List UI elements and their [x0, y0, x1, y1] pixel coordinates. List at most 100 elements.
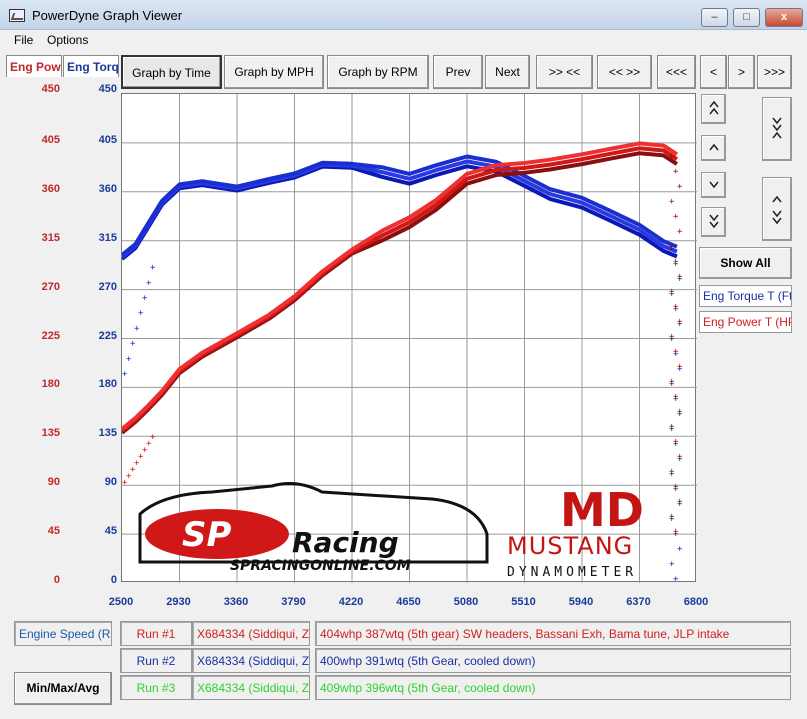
scroll-up-button[interactable] — [701, 135, 726, 161]
decel-marker: + — [669, 377, 675, 387]
run-2-id[interactable]: X684334 (Siddiqui, Za — [192, 648, 310, 673]
run-3-label[interactable]: Run #3 — [120, 675, 192, 700]
start-marker: + — [146, 278, 152, 288]
sp-logo-word: Racing — [292, 526, 399, 559]
sp-logo-url: SPRACINGONLINE.COM — [230, 558, 411, 574]
menu-bar: File Options — [0, 30, 807, 50]
md-logo-sub: DYNAMOMETER — [507, 565, 637, 580]
decel-marker: + — [669, 242, 675, 252]
dyno-chart[interactable]: SP Racing SPRACINGONLINE.COM MD MUSTANG … — [120, 93, 697, 585]
graph-by-time-button[interactable]: Graph by Time — [121, 55, 222, 89]
run-1-id[interactable]: X684334 (Siddiqui, Za — [192, 621, 310, 646]
start-marker: + — [142, 293, 148, 303]
start-marker: + — [150, 433, 156, 443]
power-tick-label: 360 — [41, 182, 60, 195]
power-tick-label: 135 — [41, 427, 60, 440]
start-marker: + — [134, 324, 140, 334]
double-chevron-down-icon — [708, 214, 719, 229]
torque-tick-label: 45 — [104, 525, 117, 538]
start-marker: + — [150, 263, 156, 273]
decel-marker: + — [669, 332, 675, 342]
power-tick-label: 450 — [41, 83, 60, 95]
rpm-tick-label: 4220 — [338, 596, 364, 608]
expand-icon — [772, 117, 782, 139]
run-2-description[interactable]: 400whp 391wtq (5th Gear, cooled down) — [315, 648, 791, 673]
scroll-first-button[interactable]: <<< — [657, 55, 696, 89]
decel-marker: + — [673, 575, 679, 583]
torque-tick-label: 360 — [98, 182, 117, 195]
decel-marker: + — [673, 257, 679, 267]
chevron-down-icon — [708, 181, 719, 189]
rpm-tick-label: 5510 — [511, 596, 536, 608]
decel-marker: + — [677, 182, 683, 192]
double-chevron-up-icon — [708, 100, 719, 115]
scroll-last-button[interactable]: >>> — [757, 55, 792, 89]
decel-marker: + — [677, 407, 683, 417]
decel-marker: + — [677, 452, 683, 462]
maximize-button[interactable]: □ — [733, 8, 760, 27]
start-marker: + — [126, 354, 132, 364]
power-tick-label: 45 — [47, 525, 60, 538]
decel-marker: + — [669, 467, 675, 477]
run-1-label[interactable]: Run #1 — [120, 621, 192, 646]
close-button[interactable]: x — [765, 8, 803, 27]
run-1-description[interactable]: 404whp 387wtq (5th gear) SW headers, Bas… — [315, 621, 791, 646]
legend-torque[interactable]: Eng Torque T (Ft — [699, 285, 792, 307]
decel-marker: + — [669, 152, 675, 162]
rpm-tick-label: 6370 — [626, 596, 651, 608]
decel-marker: + — [673, 527, 679, 537]
app-icon — [9, 9, 25, 22]
tab-eng-torque[interactable]: Eng Torq — [63, 55, 119, 77]
compress-scale-button[interactable] — [762, 177, 792, 241]
scroll-right-button[interactable]: > — [728, 55, 755, 89]
scroll-left-button[interactable]: < — [700, 55, 727, 89]
zoom-in-button[interactable]: >> << — [536, 55, 593, 89]
torque-tick-label: 450 — [98, 83, 117, 95]
decel-marker: + — [673, 212, 679, 222]
next-button[interactable]: Next — [485, 55, 530, 89]
decel-marker: + — [677, 545, 683, 555]
rpm-tick-label: 4650 — [396, 596, 421, 608]
show-all-button[interactable]: Show All — [699, 247, 792, 279]
power-tick-label: 90 — [47, 476, 60, 489]
decel-marker: + — [677, 497, 683, 507]
md-logo-word: MUSTANG — [507, 532, 633, 560]
min-max-avg-button[interactable]: Min/Max/Avg — [14, 672, 112, 705]
scroll-down-button[interactable] — [701, 172, 726, 198]
rpm-tick-label: 3790 — [281, 596, 306, 608]
zoom-out-button[interactable]: << >> — [597, 55, 652, 89]
legend-power[interactable]: Eng Power T (HP — [699, 311, 792, 333]
rpm-tick-label: 2500 — [108, 596, 134, 608]
power-tick-label: 270 — [41, 280, 60, 293]
menu-options[interactable]: Options — [47, 33, 88, 47]
rpm-tick-label: 6800 — [683, 596, 709, 608]
minimize-button[interactable]: – — [701, 8, 728, 27]
run-3-description[interactable]: 409whp 396wtq (5th Gear, cooled down) — [315, 675, 791, 700]
run-2-label[interactable]: Run #2 — [120, 648, 192, 673]
decel-marker: + — [669, 422, 675, 432]
decel-marker: + — [669, 512, 675, 522]
scroll-down-fast-button[interactable] — [701, 207, 726, 237]
tab-eng-power[interactable]: Eng Pow — [6, 55, 62, 77]
rpm-tick-label: 3360 — [223, 596, 249, 608]
scroll-up-fast-button[interactable] — [701, 94, 726, 124]
rpm-tick-label: 2930 — [166, 596, 191, 608]
decel-marker: + — [673, 302, 679, 312]
decel-marker: + — [669, 287, 675, 297]
title-bar: PowerDyne Graph Viewer – □ x — [0, 0, 807, 30]
power-tick-label: 180 — [41, 378, 60, 391]
graph-by-mph-button[interactable]: Graph by MPH — [224, 55, 324, 89]
torque-tick-label: 90 — [104, 476, 117, 489]
run-3-id[interactable]: X684334 (Siddiqui, Za — [192, 675, 310, 700]
start-marker: + — [130, 339, 136, 349]
prev-button[interactable]: Prev — [433, 55, 483, 89]
watermark: SP Racing SPRACINGONLINE.COM MD MUSTANG … — [138, 482, 644, 580]
decel-marker: + — [673, 482, 679, 492]
expand-scale-button[interactable] — [762, 97, 792, 161]
menu-file[interactable]: File — [14, 33, 33, 47]
graph-by-rpm-button[interactable]: Graph by RPM — [327, 55, 429, 89]
decel-marker: + — [673, 437, 679, 447]
torque-tick-label: 225 — [98, 329, 117, 342]
x-channel-field[interactable]: Engine Speed (RI — [14, 621, 112, 646]
power-tick-label: 315 — [41, 231, 60, 244]
